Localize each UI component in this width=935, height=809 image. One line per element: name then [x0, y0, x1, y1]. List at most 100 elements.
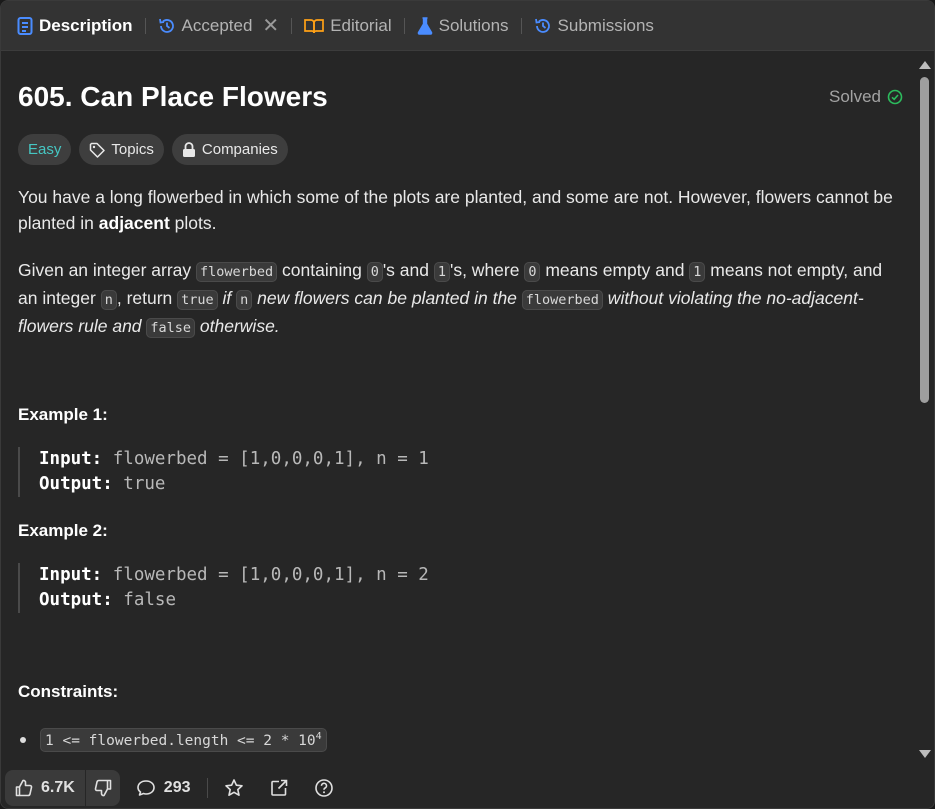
scroll-down-arrow[interactable]	[919, 750, 931, 758]
inline-code: n	[100, 290, 117, 310]
example-1-title: Example 1:	[18, 405, 108, 424]
inline-code: 1	[689, 262, 706, 282]
example-1-input-line: Input: flowerbed = [1,0,0,0,1], n = 1	[39, 447, 518, 472]
thumbs-down-icon	[94, 779, 112, 796]
constraint-exponent: 4	[315, 731, 322, 742]
solved-status: Solved	[829, 87, 903, 107]
description-icon	[17, 16, 33, 35]
thumbs-up-icon	[15, 779, 33, 796]
dislike-button[interactable]	[86, 770, 120, 806]
text: means empty and	[540, 260, 690, 280]
inline-code: flowerbed	[521, 290, 603, 310]
badge-row: Easy Topics Companies	[18, 134, 288, 165]
bold-text: adjacent	[98, 213, 170, 233]
problem-panel: Description Accepted ✕ Editorial Solutio…	[0, 0, 935, 809]
tab-solutions-label: Solutions	[438, 15, 509, 35]
comment-icon	[136, 779, 155, 796]
tab-divider	[144, 17, 146, 34]
tab-submissions[interactable]: Submissions	[530, 9, 658, 43]
flask-icon	[417, 16, 432, 35]
companies-button[interactable]: Companies	[171, 134, 288, 165]
description-paragraph-1: You have a long flowerbed in which some …	[18, 184, 903, 236]
difficulty-badge: Easy	[18, 134, 72, 165]
italic-text: new flowers can be planted in the	[252, 288, 522, 308]
inline-code: 0	[524, 262, 541, 282]
topics-button[interactable]: Topics	[79, 134, 164, 165]
tab-accepted[interactable]: Accepted ✕	[154, 9, 284, 43]
tab-submissions-label: Submissions	[557, 15, 654, 35]
vertical-scrollbar[interactable]	[917, 57, 931, 762]
check-circle-icon	[887, 89, 903, 105]
comments-button[interactable]: 293	[136, 779, 191, 797]
output-label: Output:	[39, 590, 113, 610]
constraint-item: 1 <= flowerbed.length <= 2 * 104	[18, 728, 327, 752]
tab-divider	[291, 17, 293, 34]
share-button[interactable]	[270, 779, 288, 797]
topics-label: Topics	[111, 141, 154, 158]
tab-accepted-label: Accepted	[181, 15, 253, 35]
problem-title[interactable]: 605. Can Place Flowers	[18, 81, 328, 113]
scroll-up-arrow[interactable]	[919, 61, 931, 69]
text: containing	[277, 260, 367, 280]
like-button[interactable]: 6.7K	[5, 769, 86, 806]
inline-code: n	[236, 290, 253, 310]
companies-label: Companies	[201, 141, 278, 158]
description-paragraph-2: Given an integer array flowerbed contain…	[18, 257, 903, 341]
tab-description[interactable]: Description	[13, 9, 137, 43]
italic-text: otherwise.	[195, 316, 280, 336]
tab-editorial-label: Editorial	[330, 15, 392, 35]
lock-icon	[182, 141, 195, 157]
example-2-input-line: Input: flowerbed = [1,0,0,0,1], n = 2	[39, 563, 518, 588]
example-2-title: Example 2:	[18, 521, 108, 540]
history-icon	[158, 18, 174, 33]
comment-count: 293	[163, 778, 191, 796]
input-value: flowerbed = [1,0,0,0,1], n = 2	[102, 565, 429, 585]
action-bar: 6.7K 293	[1, 765, 934, 808]
constraint-text: 1 <= flowerbed.length <= 2 * 10	[45, 732, 316, 749]
example-2-block: Input: flowerbed = [1,0,0,0,1], n = 2 Ou…	[18, 563, 518, 613]
like-count: 6.7K	[41, 778, 75, 796]
close-icon[interactable]: ✕	[262, 16, 279, 36]
inline-code: true	[177, 290, 218, 310]
constraints-title: Constraints:	[18, 682, 119, 701]
star-icon	[224, 778, 243, 796]
input-value: flowerbed = [1,0,0,0,1], n = 1	[102, 449, 429, 469]
tag-icon	[90, 142, 106, 158]
vote-group: 6.7K	[5, 769, 120, 806]
text: Given an integer array	[18, 260, 197, 280]
example-1-block: Input: flowerbed = [1,0,0,0,1], n = 1 Ou…	[18, 447, 518, 497]
inline-code: false	[146, 318, 196, 338]
text: plots.	[169, 213, 217, 233]
output-value: false	[112, 590, 176, 610]
inline-code: flowerbed	[196, 262, 278, 282]
constraint-code: 1 <= flowerbed.length <= 2 * 104	[40, 728, 327, 752]
output-value: true	[112, 474, 166, 494]
tab-solutions[interactable]: Solutions	[413, 9, 513, 43]
inline-code: 1	[433, 262, 450, 282]
tab-divider	[520, 17, 522, 34]
inline-code: 0	[366, 262, 383, 282]
example-1-output-line: Output: true	[39, 472, 518, 497]
favorite-button[interactable]	[224, 778, 244, 798]
tab-description-label: Description	[39, 15, 133, 35]
input-label: Input:	[39, 565, 103, 585]
divider	[206, 777, 208, 798]
italic-text: if	[217, 288, 237, 308]
text: 's, where	[449, 260, 525, 280]
tab-divider	[403, 17, 405, 34]
tab-editorial[interactable]: Editorial	[300, 9, 395, 43]
text: 's and	[382, 260, 434, 280]
input-label: Input:	[39, 449, 103, 469]
scroll-thumb[interactable]	[920, 77, 929, 403]
solved-label: Solved	[829, 87, 881, 106]
tab-bar: Description Accepted ✕ Editorial Solutio…	[1, 1, 934, 51]
text: , return	[116, 288, 178, 308]
question-circle-icon	[314, 778, 333, 797]
book-icon	[304, 18, 325, 33]
help-button[interactable]	[314, 778, 334, 798]
output-label: Output:	[39, 474, 113, 494]
history-icon	[534, 18, 550, 33]
bullet	[20, 736, 26, 743]
external-link-icon	[270, 779, 287, 796]
example-2-output-line: Output: false	[39, 588, 518, 613]
